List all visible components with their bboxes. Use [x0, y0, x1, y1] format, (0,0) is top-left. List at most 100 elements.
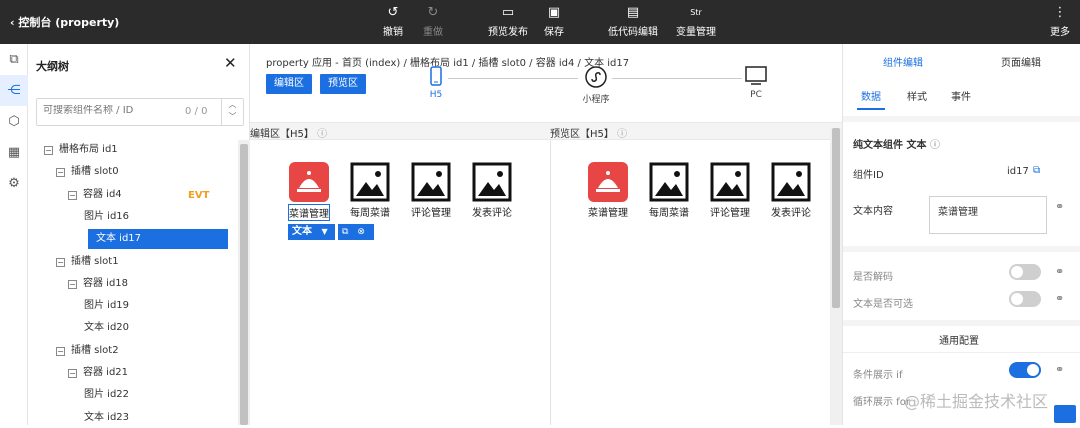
tree-item[interactable]: − 插槽 slot1	[28, 252, 228, 272]
tree-item-label: 文本 id23	[84, 411, 130, 423]
tree-item-label: 图片 id16	[84, 210, 130, 222]
collapse-toggle-icon[interactable]: −	[56, 168, 65, 178]
tree-item[interactable]: − 插槽 slot0	[28, 162, 228, 182]
decode-toggle[interactable]	[1009, 264, 1041, 280]
tree-item[interactable]: 图片 id19	[28, 296, 228, 316]
canvas-component[interactable]: 发表评论	[464, 162, 520, 219]
loop-label: 循环展示 for	[853, 397, 910, 408]
tree-item-label: 文本 id20	[84, 322, 130, 334]
tree-item[interactable]: 图片 id16	[28, 207, 228, 227]
link-icon[interactable]: ⚭	[1055, 363, 1064, 376]
condition-label: 条件展示 if	[853, 370, 903, 381]
selectable-toggle[interactable]	[1009, 291, 1041, 307]
tab-page-edit[interactable]: 页面编辑	[1001, 54, 1041, 69]
outline-tree-icon[interactable]: ⋲	[0, 75, 28, 106]
more-vertical-icon: ⋮	[1053, 5, 1067, 20]
datasource-icon[interactable]: ▦	[0, 137, 28, 168]
top-bar: ‹ 控制台 (property) ↺ 撤销 ↻ 重做 ▭ 预览发布 ▣ 保存 ▤…	[0, 0, 1080, 44]
canvas-component[interactable]: 每周菜谱	[641, 162, 697, 219]
tree-item-label: 图片 id19	[84, 300, 130, 312]
tree-item-selected[interactable]: 文本 id17	[88, 229, 228, 250]
search-nav[interactable]: ︿ ﹀	[221, 99, 243, 125]
left-icon-bar: ⧉ ⋲ ⬡ ▦ ⚙	[0, 44, 28, 425]
variable-manage-button[interactable]: Str 变量管理	[676, 5, 716, 38]
collapse-toggle-icon[interactable]: −	[56, 346, 65, 356]
selection-actions: ⧉ ⊗	[338, 224, 374, 240]
back-title[interactable]: ‹ 控制台 (property)	[10, 14, 119, 30]
settings-icon[interactable]: ⚙	[0, 168, 28, 199]
collapse-toggle-icon[interactable]: −	[56, 257, 65, 267]
component-type-dropdown[interactable]: 文本 ▼	[288, 224, 335, 240]
canvas-component[interactable]: 每周菜谱	[342, 162, 398, 219]
component-id-label: 组件ID	[853, 170, 884, 181]
canvas-component[interactable]: 发表评论	[763, 162, 819, 219]
outline-search-input[interactable]	[43, 105, 173, 116]
text-content-label: 文本内容	[853, 206, 893, 217]
chevron-left-icon: ‹	[10, 16, 15, 29]
close-icon[interactable]: ✕	[224, 54, 237, 72]
tree-item[interactable]: − 容器 id18	[28, 274, 228, 294]
area-header-bar: 编辑区【H5】 ⓘ 预览区【H5】 ⓘ	[250, 122, 842, 140]
copy-icon[interactable]: ⧉	[1033, 165, 1040, 176]
desktop-icon	[745, 66, 767, 85]
collapse-toggle-icon[interactable]: −	[44, 146, 53, 155]
delete-icon[interactable]: ⊗	[357, 227, 365, 237]
link-icon[interactable]: ⚭	[1055, 292, 1064, 305]
tree-item[interactable]: − 容器 id21	[28, 363, 228, 383]
text-content-input[interactable]: 菜谱管理	[929, 196, 1047, 234]
canvas-component[interactable]: 评论管理	[403, 162, 459, 219]
collapse-toggle-icon[interactable]: −	[68, 369, 77, 378]
redo-button[interactable]: ↻ 重做	[423, 5, 443, 38]
subtab-underline	[857, 108, 885, 110]
redo-icon: ↻	[427, 5, 439, 20]
tree-item-label: 文本 id17	[96, 233, 142, 245]
breadcrumb[interactable]: property 应用 - 首页 (index) / 栅格布局 id1 / 插槽…	[266, 54, 629, 69]
tree-item[interactable]: 文本 id20	[28, 318, 228, 338]
preview-publish-button[interactable]: ▭ 预览发布	[488, 5, 528, 38]
canvas-component[interactable]: 评论管理	[702, 162, 758, 219]
condition-toggle[interactable]	[1009, 362, 1041, 378]
chevron-down-icon[interactable]: ﹀	[222, 111, 243, 123]
image-placeholder-icon	[649, 162, 689, 202]
preview-area-button[interactable]: 预览区	[320, 74, 366, 94]
miniprogram-icon	[585, 66, 607, 88]
component-label: 发表评论	[771, 208, 811, 219]
tree-item[interactable]: 图片 id22	[28, 385, 228, 405]
step-h5[interactable]: H5	[426, 66, 446, 100]
save-icon: ▣	[547, 5, 561, 20]
undo-button[interactable]: ↺ 撤销	[383, 5, 403, 38]
monitor-icon: ▭	[501, 5, 515, 20]
link-icon[interactable]: ⚭	[1055, 200, 1064, 213]
decode-label: 是否解码	[853, 272, 893, 283]
canvas-component[interactable]: 菜谱管理	[281, 162, 337, 221]
pages-icon[interactable]: ⧉	[0, 44, 28, 75]
step-miniprogram[interactable]: 小程序	[578, 66, 614, 105]
canvas-component[interactable]: 菜谱管理	[580, 162, 636, 219]
mobile-icon	[430, 66, 442, 86]
outline-title: 大纲树	[36, 60, 69, 73]
collapse-toggle-icon[interactable]: −	[68, 190, 77, 200]
copy-icon[interactable]: ⧉	[342, 227, 348, 237]
component-icon[interactable]: ⬡	[0, 106, 28, 137]
chevron-up-icon[interactable]: ︿	[222, 99, 243, 111]
save-button[interactable]: ▣ 保存	[544, 5, 564, 38]
edit-area-button[interactable]: 编辑区	[266, 74, 312, 94]
outline-scrollbar[interactable]	[238, 140, 250, 425]
subtab-data[interactable]: 数据	[861, 88, 881, 103]
more-button[interactable]: ⋮ 更多	[1050, 5, 1070, 38]
lowcode-edit-button[interactable]: ▤ 低代码编辑	[608, 5, 658, 38]
selectable-label: 文本是否可选	[853, 299, 913, 310]
link-icon[interactable]: ⚭	[1055, 265, 1064, 278]
collapse-toggle-icon[interactable]: −	[68, 279, 77, 289]
subtab-style[interactable]: 样式	[907, 88, 927, 103]
subtab-event[interactable]: 事件	[951, 88, 971, 103]
tree-item-label: 插槽 slot1	[71, 255, 119, 267]
component-label: 菜谱管理	[588, 208, 628, 219]
step-pc[interactable]: PC	[743, 66, 769, 100]
canvas-scrollbar[interactable]	[830, 128, 842, 425]
info-icon: ⓘ	[317, 129, 328, 140]
tree-item[interactable]: − 插槽 slot2	[28, 341, 228, 361]
chat-icon[interactable]	[1054, 405, 1076, 423]
tree-item[interactable]: − 栅格布局 id1	[28, 140, 228, 160]
variable-icon: Str	[690, 8, 702, 17]
